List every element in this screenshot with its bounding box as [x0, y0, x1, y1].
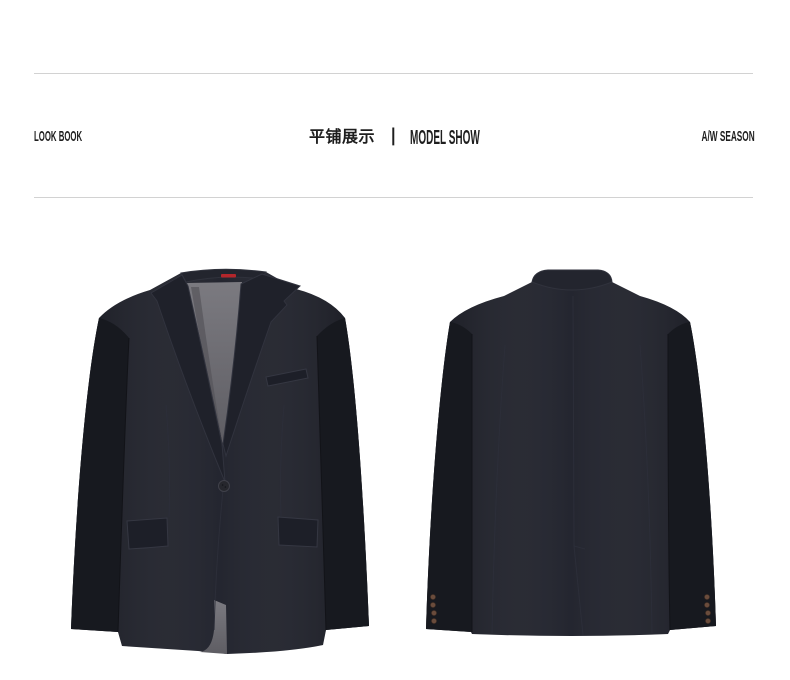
top-divider: [34, 73, 753, 74]
brand-label-icon: [221, 274, 236, 278]
look-book-label: LOOK BOOK: [34, 128, 83, 145]
product-detail-page: LOOK BOOK 平铺展示 | MODEL SHOW A/W SEASON: [0, 0, 790, 680]
section-title-cn: 平铺展示: [309, 127, 376, 146]
section-title-en: MODEL SHOW: [410, 127, 480, 149]
title-separator: |: [390, 125, 397, 146]
back-left-sleeve: [426, 322, 472, 632]
season-label: A/W SEASON: [701, 128, 755, 145]
suit-jacket-front-image: [71, 268, 369, 654]
back-right-sleeve: [668, 322, 716, 630]
suit-jacket-back-image: [426, 269, 716, 636]
bottom-divider: [34, 197, 753, 198]
flap-pocket-right: [277, 516, 319, 548]
front-button: [218, 480, 230, 492]
flap-pocket-left: [126, 517, 169, 550]
